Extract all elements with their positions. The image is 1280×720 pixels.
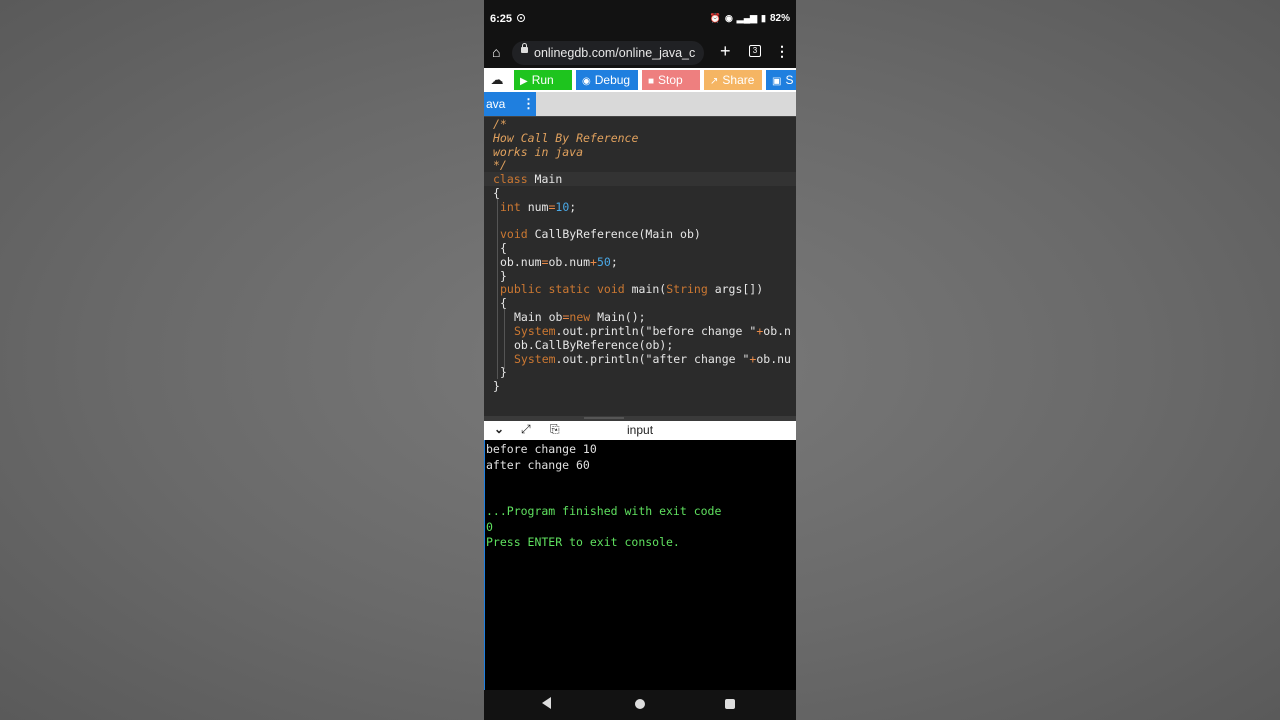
back-icon[interactable] bbox=[542, 697, 551, 709]
code-line: How Call By Reference bbox=[493, 131, 639, 145]
phone-screen: 6:25 ⏰ ◉ ▂▄▆ ▮ 82% ⌂ onlinegdb.com/onlin… bbox=[484, 0, 796, 720]
clipboard-icon[interactable]: ⎘ bbox=[550, 422, 560, 437]
console-line: ...Program finished with exit code bbox=[486, 504, 722, 518]
expand-icon[interactable]: ⤢ bbox=[521, 422, 531, 437]
signal-icon: ▂▄▆ bbox=[736, 13, 758, 23]
share-label: Share bbox=[722, 73, 755, 87]
indent-guide bbox=[497, 199, 498, 379]
file-tab-row: ava ⋮ bbox=[484, 92, 796, 116]
stop-icon: ■ bbox=[648, 76, 655, 87]
share-icon: ↗ bbox=[710, 76, 719, 87]
debug-button[interactable]: ◉ Debug bbox=[576, 70, 638, 90]
file-menu-icon[interactable]: ⋮ bbox=[522, 92, 535, 116]
file-tab-label: ava bbox=[486, 97, 506, 111]
console-line: after change 60 bbox=[486, 458, 590, 472]
android-nav-bar bbox=[484, 690, 796, 720]
code-line: { bbox=[500, 296, 507, 310]
url-field[interactable]: onlinegdb.com/online_java_c bbox=[512, 41, 704, 65]
tab-switcher-icon[interactable]: 3 bbox=[749, 45, 761, 57]
code-line: } bbox=[493, 379, 500, 393]
stop-label: Stop bbox=[658, 73, 683, 87]
recent-apps-icon[interactable] bbox=[725, 699, 735, 709]
save-label: S bbox=[785, 73, 794, 87]
console-line: Press ENTER to exit console. bbox=[486, 535, 680, 549]
debug-icon: ◉ bbox=[582, 76, 591, 87]
code-line: works in java bbox=[493, 145, 584, 159]
code-line: Main ob=new Main(); bbox=[514, 310, 646, 324]
code-line: System.out.println("after change "+ob.nu bbox=[514, 352, 791, 366]
code-line: } bbox=[500, 269, 507, 283]
record-icon bbox=[517, 14, 525, 22]
code-line: ob.CallByReference(ob); bbox=[514, 338, 674, 352]
code-editor[interactable]: /* How Call By Reference works in java *… bbox=[484, 116, 796, 416]
save-icon: ▣ bbox=[772, 76, 782, 87]
code-line: */ bbox=[493, 158, 507, 172]
code-line: System.out.println("before change "+ob.n bbox=[514, 324, 791, 338]
battery-icon: ▮ bbox=[761, 13, 766, 23]
code-line: int num=10; bbox=[500, 200, 577, 214]
play-icon: ▶ bbox=[520, 76, 528, 87]
code-line: public static void main(String args[]) bbox=[500, 282, 764, 296]
status-time: 6:25 bbox=[490, 13, 513, 25]
run-button[interactable]: ▶ Run bbox=[514, 70, 572, 90]
code-line: { bbox=[500, 241, 507, 255]
browser-url-bar: ⌂ onlinegdb.com/online_java_c + 3 ⋮ bbox=[484, 38, 796, 68]
code-line: /* bbox=[493, 117, 507, 131]
console-output[interactable]: before change 10 after change 60 ...Prog… bbox=[484, 440, 796, 690]
home-button-icon[interactable] bbox=[635, 699, 645, 709]
status-icons: ⏰ ◉ ▂▄▆ ▮ 82% bbox=[710, 13, 790, 24]
new-tab-icon[interactable]: + bbox=[720, 41, 731, 62]
url-text: onlinegdb.com/online_java_c bbox=[534, 46, 696, 60]
save-button[interactable]: ▣ S bbox=[766, 70, 796, 90]
code-line-active: class Main bbox=[484, 172, 796, 186]
console-line: before change 10 bbox=[486, 442, 597, 456]
code-line: ob.num=ob.num+50; bbox=[500, 255, 618, 269]
ide-toolbar: ☁ ▶ Run ◉ Debug ■ Stop ↗ Share ▣ S bbox=[484, 68, 796, 92]
eye-icon: ◉ bbox=[724, 13, 733, 23]
code-line: { bbox=[493, 186, 500, 200]
upload-icon[interactable]: ☁ bbox=[484, 68, 510, 92]
indent-guide bbox=[504, 309, 505, 369]
home-icon[interactable]: ⌂ bbox=[492, 44, 500, 60]
share-button[interactable]: ↗ Share bbox=[704, 70, 762, 90]
run-label: Run bbox=[531, 73, 554, 87]
console-line: 0 bbox=[486, 520, 493, 534]
splitter-grip[interactable] bbox=[584, 417, 624, 419]
console-input-label[interactable]: input bbox=[627, 423, 653, 437]
code-line: } bbox=[500, 365, 507, 379]
lock-icon bbox=[521, 43, 528, 53]
console-header: ⌄ ⤢ ⎘ input bbox=[484, 421, 796, 440]
browser-menu-icon[interactable]: ⋮ bbox=[775, 43, 789, 60]
debug-label: Debug bbox=[594, 73, 631, 87]
chevron-down-icon[interactable]: ⌄ bbox=[494, 422, 504, 436]
alarm-icon: ⏰ bbox=[709, 13, 721, 23]
code-line: void CallByReference(Main ob) bbox=[500, 227, 701, 241]
battery-percent: 82% bbox=[769, 13, 790, 24]
status-bar: 6:25 ⏰ ◉ ▂▄▆ ▮ 82% bbox=[484, 0, 796, 38]
stop-button[interactable]: ■ Stop bbox=[642, 70, 700, 90]
